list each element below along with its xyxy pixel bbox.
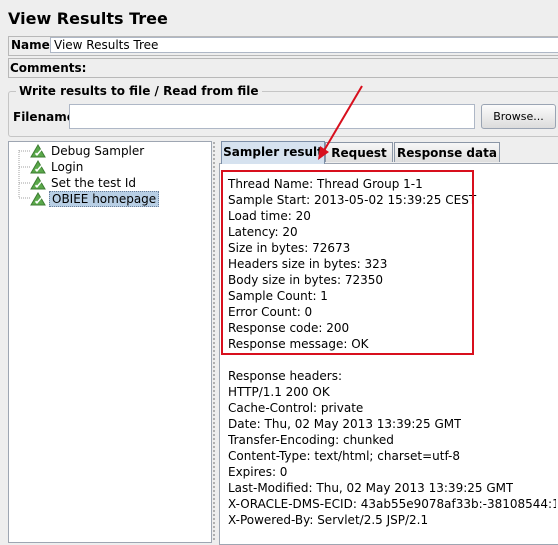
response-header-line: Response headers: [228, 369, 343, 383]
pass-icon [30, 144, 46, 158]
tree-item-label: Login [51, 160, 84, 174]
response-header-line: HTTP/1.1 200 OK [228, 385, 330, 399]
response-header-line: X-ORACLE-DMS-ECID: 43ab55e9078af33b:-381… [228, 497, 556, 511]
annotation-highlight-box [221, 170, 474, 355]
tree-item-label: Set the test Id [51, 176, 137, 190]
comments-label: Comments: [10, 61, 87, 75]
tree-item[interactable]: OBIEE homepage [30, 191, 160, 207]
page-title: View Results Tree [8, 9, 168, 28]
tab-response-data[interactable]: Response data [394, 142, 500, 162]
file-section-legend: Write results to file / Read from file [16, 84, 262, 98]
split-pane-divider[interactable] [212, 141, 217, 541]
annotation-arrow [318, 85, 363, 160]
response-header-line: Last-Modified: Thu, 02 May 2013 13:39:25… [228, 481, 514, 495]
tree-item[interactable]: Login [30, 159, 85, 175]
pass-icon [30, 192, 46, 206]
response-header-line: Cache-Control: private [228, 401, 364, 415]
pass-icon [30, 176, 46, 190]
tree-item[interactable]: Set the test Id [30, 175, 138, 191]
response-header-line: Date: Thu, 02 May 2013 13:39:25 GMT [228, 417, 462, 431]
comments-row[interactable] [8, 58, 558, 78]
tree-item-label: OBIEE homepage [49, 191, 160, 207]
response-header-line: X-Powered-By: Servlet/2.5 JSP/2.1 [228, 513, 429, 527]
tree-item-label: Debug Sampler [51, 144, 145, 158]
name-label: Name: [11, 38, 55, 52]
response-header-line: Content-Type: text/html; charset=utf-8 [228, 449, 461, 463]
filename-label: Filename [13, 110, 75, 124]
tree-item[interactable]: Debug Sampler [30, 143, 146, 159]
response-header-line: Transfer-Encoding: chunked [228, 433, 394, 447]
response-header-line: Expires: 0 [228, 465, 288, 479]
filename-input[interactable] [69, 104, 475, 129]
name-input[interactable] [50, 37, 558, 53]
tab-sampler-result[interactable]: Sampler result [221, 141, 325, 164]
pass-icon [30, 160, 46, 174]
browse-button[interactable]: Browse... [481, 104, 556, 129]
